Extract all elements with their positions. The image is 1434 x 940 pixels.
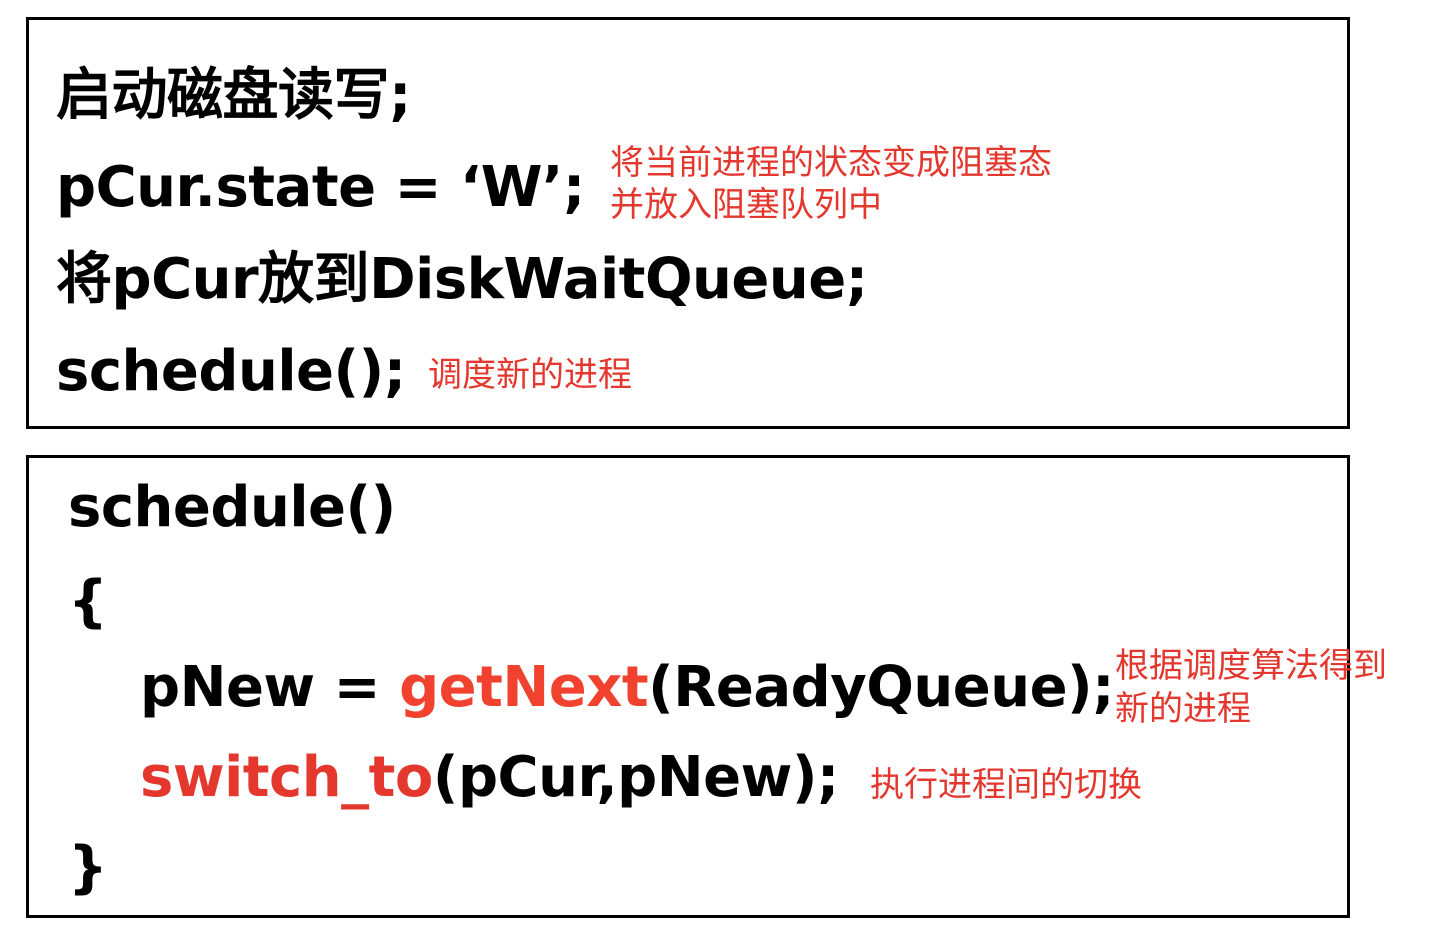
note-schedule: 调度新的进程	[428, 355, 632, 395]
note-switch: 执行进程间的切换	[870, 765, 1142, 805]
code-switch-line: switch_to(pCur,pNew);	[140, 746, 839, 810]
code-switch-args: (pCur,pNew);	[432, 745, 839, 810]
note-getnext-line2: 新的进程	[1115, 689, 1251, 729]
code-brace-close: }	[68, 835, 108, 900]
code-getnext-args: (ReadyQueue);	[648, 655, 1115, 720]
code-enqueue-disk-wait: 将pCur放到DiskWaitQueue;	[56, 247, 868, 312]
note-state-line1: 将当前进程的状态变成阻塞态	[610, 143, 1052, 183]
code-getnext-func: getNext	[399, 655, 649, 720]
code-pnew-assign: pNew =	[140, 655, 400, 720]
code-schedule-def: schedule()	[68, 475, 396, 540]
code-set-state: pCur.state = ‘W’;	[56, 155, 585, 220]
code-switch-func: switch_to	[140, 745, 433, 810]
code-brace-open: {	[68, 569, 108, 634]
note-getnext-line1: 根据调度算法得到	[1115, 646, 1387, 686]
code-call-schedule: schedule();	[56, 339, 406, 404]
code-start-disk-io: 启动磁盘读写;	[56, 63, 411, 128]
code-getnext-line: pNew = getNext(ReadyQueue);	[140, 655, 1115, 720]
note-state-line2: 并放入阻塞队列中	[610, 185, 882, 225]
